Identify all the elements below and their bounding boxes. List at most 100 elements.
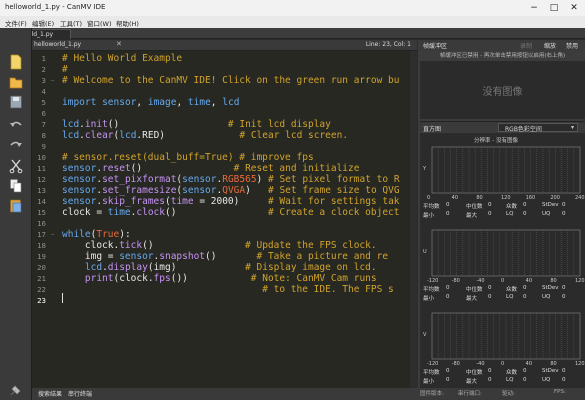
menu-window[interactable]: 窗口(W) [87, 18, 112, 28]
copy-icon[interactable] [9, 178, 23, 194]
zoom-button[interactable]: 缩放 [544, 41, 556, 50]
stat-value: 0 [446, 202, 450, 208]
line-number: 19 [37, 252, 46, 261]
stat-label: StDev [542, 202, 559, 208]
stat-value: 0 [523, 202, 527, 208]
stat-value: 0 [523, 368, 527, 374]
x-tick-label: 240 [575, 195, 585, 201]
vertical-scrollbar[interactable] [410, 51, 417, 388]
close-icon[interactable]: ✕ [567, 2, 581, 14]
stat-label: 平均数 [423, 204, 440, 210]
histogram-header: 直方图 RGB色彩空间 ▾ [420, 121, 585, 133]
new-file-icon[interactable] [9, 54, 23, 70]
line-number: 2 [41, 65, 46, 74]
redo-icon[interactable] [9, 138, 23, 154]
menu-tools[interactable]: 工具(T) [60, 18, 82, 28]
stat-label: StDev [542, 368, 559, 374]
record-button[interactable]: 录制 [520, 41, 532, 50]
stat-value: 0 [446, 211, 450, 217]
stat-value: 0 [562, 377, 566, 383]
code-line: sensor.set_pixformat(sensor.RGB565) # Se… [62, 174, 400, 185]
color-space-select[interactable]: RGB色彩空间 ▾ [498, 123, 578, 133]
channel-axis-label: V [423, 332, 427, 338]
fold-marker-icon[interactable]: − [50, 75, 56, 86]
fold-column: − − [48, 51, 58, 388]
line-number: 1 [41, 54, 46, 63]
bottom-tab-bar: 搜索结果 串行终端 [32, 388, 418, 400]
code-line: print(clock.fps()) # Note: CanMV Cam run… [84, 273, 377, 284]
color-space-value: RGB色彩空间 [505, 126, 542, 133]
open-folder-icon[interactable] [9, 74, 23, 90]
menu-file[interactable]: 文件(F) [5, 18, 27, 28]
stat-label: 中位数 [466, 370, 483, 376]
x-tick-label: 40 [525, 361, 533, 367]
code-line: img = sensor.snapshot() # Take a picture… [62, 251, 389, 262]
code-editor[interactable]: # Hello World Example # # Welcome to the C… [58, 51, 417, 388]
stat-label: 中位数 [466, 287, 483, 293]
paste-icon[interactable] [9, 198, 23, 214]
code-line: lcd.init() # Init lcd display [62, 119, 331, 130]
undo-icon[interactable] [9, 118, 23, 134]
menu-help[interactable]: 帮助(H) [116, 18, 139, 28]
code-line: lcd.clear(lcd.RED) # Clear lcd screen. [62, 130, 349, 141]
cursor-position: Line: 23, Col: 1 [365, 41, 411, 48]
menu-bar: 文件(F) 编辑(E) 工具(T) 窗口(W) 帮助(H) [0, 16, 585, 28]
histogram-v: V -120 -80 -40 0 40 80 120 平均数 0 中位数 0 众数 0 StDev 0 最小 0 最… [420, 309, 585, 392]
stat-value: 0 [488, 211, 492, 217]
histogram-plot [431, 312, 581, 360]
line-number: 20 [37, 263, 46, 272]
stat-value: 0 [488, 285, 492, 291]
stat-value: 0 [523, 377, 527, 383]
file-tab-bar: helloworld_1.py [0, 28, 585, 39]
fps-label: FPS: [554, 389, 566, 395]
stat-label: 最大 [466, 213, 478, 219]
x-tick-label: 200 [550, 195, 560, 201]
stat-value: 0 [523, 285, 527, 291]
tab-search-results[interactable]: 搜索结果 [38, 389, 62, 398]
menu-edit[interactable]: 编辑(E) [32, 18, 54, 28]
stat-value: 0 [446, 377, 450, 383]
stat-label: UQ [542, 377, 551, 383]
maximize-icon[interactable]: □ [547, 2, 561, 14]
stat-label: 最小 [423, 213, 435, 219]
code-line: clock = time.clock() # Create a clock ob… [62, 207, 400, 218]
cut-icon[interactable] [9, 158, 23, 174]
minimize-icon[interactable]: − [527, 2, 541, 14]
window-title: helloworld_1.py - CanMV IDE [5, 3, 106, 11]
x-tick-label: 80 [476, 195, 483, 201]
no-image-label: 没有图像 [482, 87, 523, 98]
code-line: while(True): [62, 229, 131, 240]
stat-value: 0 [488, 202, 492, 208]
driver-label: 驱动: [502, 391, 515, 397]
x-tick-label: -80 [451, 278, 460, 284]
histogram-plot [431, 229, 581, 277]
connect-icon[interactable] [9, 383, 23, 399]
channel-axis-label: Y [423, 166, 427, 172]
fold-marker-icon[interactable]: − [50, 229, 56, 240]
stat-value: 0 [523, 211, 527, 217]
stat-value: 0 [523, 294, 527, 300]
tab-serial-terminal[interactable]: 串行终端 [68, 389, 92, 398]
status-bar: 固件版本: 串行端口: 驱动: FPS: [418, 388, 585, 400]
x-tick-label: -120 [427, 278, 439, 284]
frame-buffer-title: 帧缓冲区 [423, 43, 448, 50]
stat-label: 最小 [423, 296, 435, 302]
stat-label: 众数 [506, 370, 518, 376]
editor-file-name[interactable]: helloworld_1.py [34, 41, 81, 48]
stat-label: 中位数 [466, 204, 483, 210]
stat-value: 0 [488, 377, 492, 383]
line-number: 7 [41, 120, 46, 129]
save-icon[interactable] [9, 94, 23, 110]
code-line: clock.tick() # Update the FPS clock. [62, 240, 377, 251]
code-line: sensor.reset() # Reset and initialize [62, 163, 360, 174]
histogram-plot [431, 146, 581, 194]
frame-buffer-note: 帧缓冲区已禁用 - 再次单击禁用按钮以启用(右上角) [439, 53, 566, 59]
line-number: 18 [37, 241, 46, 250]
stat-label: 平均数 [423, 287, 440, 293]
line-number: 12 [37, 175, 46, 184]
stat-value: 0 [446, 285, 450, 291]
disable-button[interactable]: 禁用 [566, 41, 578, 50]
stat-label: UQ [542, 211, 551, 217]
close-file-icon[interactable]: ✕ [116, 40, 122, 48]
code-line: # Welcome to the CanMV IDE! Click on the… [62, 75, 400, 86]
